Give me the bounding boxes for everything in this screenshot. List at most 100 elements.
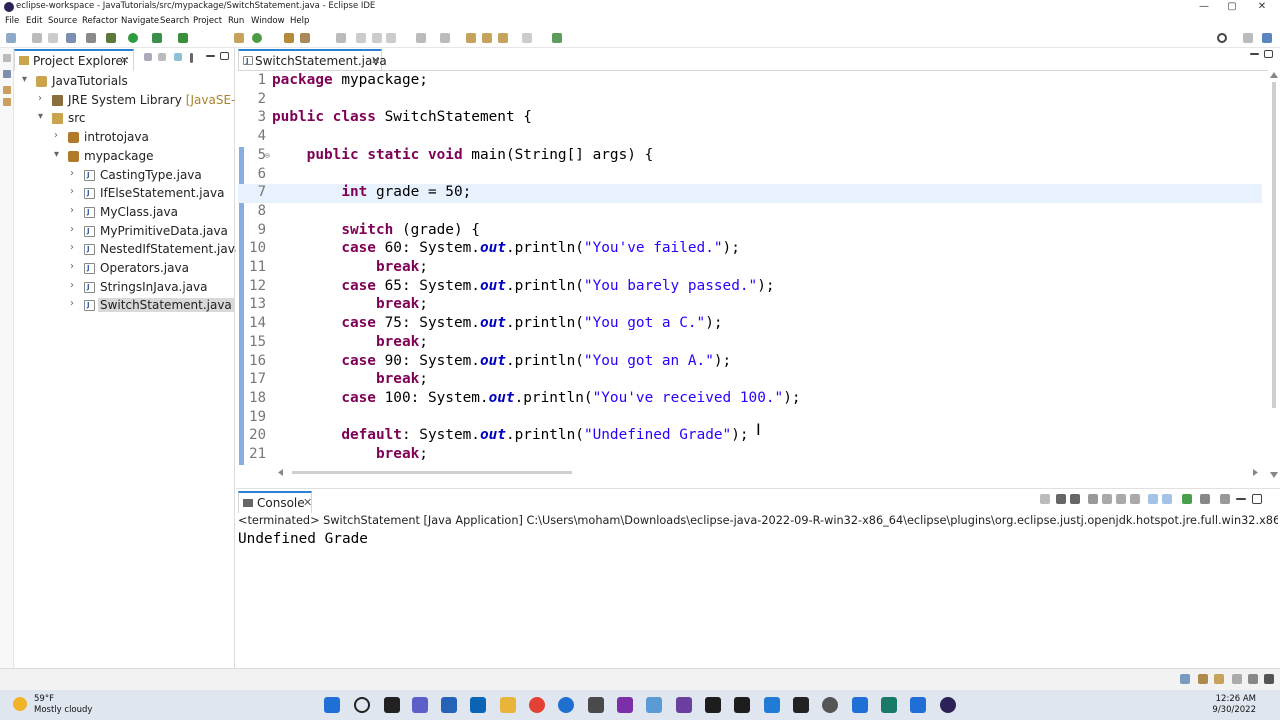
chevron-right-icon[interactable]: › [70, 224, 74, 235]
remove-all-icon[interactable] [1070, 494, 1080, 504]
code-line[interactable]: 11 break; [238, 259, 1262, 278]
skip-breakpoints-icon[interactable] [86, 33, 96, 43]
vscode-icon[interactable] [764, 697, 780, 713]
code-line[interactable]: 16 case 90: System.out.println("You got … [238, 353, 1262, 372]
minimize-console-icon[interactable] [1236, 498, 1246, 500]
close-icon[interactable]: ✕ [303, 496, 312, 509]
menu-project[interactable]: Project [193, 16, 222, 26]
save-all-icon[interactable] [48, 33, 58, 43]
code-line[interactable]: 9 switch (grade) { [238, 222, 1262, 241]
close-window-button[interactable]: ✕ [1246, 0, 1278, 15]
chevron-right-icon[interactable]: › [70, 242, 74, 253]
notifications-icon[interactable] [1198, 674, 1208, 684]
view-menu-icon[interactable] [1220, 494, 1230, 504]
scroll-lock-icon[interactable] [1102, 494, 1112, 504]
mail-icon[interactable] [441, 697, 457, 713]
app-icon-teal[interactable] [881, 697, 897, 713]
vertical-scrollbar[interactable] [1268, 70, 1280, 480]
prev-annotation-icon[interactable] [440, 33, 450, 43]
menu-run[interactable]: Run [228, 16, 244, 26]
chevron-right-icon[interactable]: › [38, 93, 42, 104]
slack-icon[interactable] [588, 697, 604, 713]
clock-date[interactable]: 9/30/2022 [1212, 705, 1256, 715]
code-line[interactable]: 18 case 100: System.out.println("You've … [238, 390, 1262, 409]
eclipse-taskbar-icon[interactable] [940, 697, 956, 713]
menu-search[interactable]: Search [160, 16, 189, 26]
block-select-icon[interactable] [372, 33, 382, 43]
tab-console[interactable]: Console ✕ [238, 491, 312, 513]
new-class-icon[interactable] [252, 33, 262, 43]
display-console-icon[interactable] [1200, 494, 1210, 504]
chevron-right-icon[interactable]: › [70, 298, 74, 309]
menu-navigate[interactable]: Navigate [121, 16, 159, 26]
next-annotation-icon[interactable] [416, 33, 426, 43]
trim-icon-2[interactable] [1264, 674, 1274, 684]
menu-file[interactable]: File [5, 16, 19, 26]
save-icon[interactable] [32, 33, 42, 43]
menu-refactor[interactable]: Refactor [82, 16, 118, 26]
run-icon[interactable] [128, 33, 138, 43]
search-tool-icon[interactable] [300, 33, 310, 43]
progress-icon[interactable] [1180, 674, 1190, 684]
code-line[interactable]: 2 [238, 91, 1262, 110]
chevron-right-icon[interactable]: › [70, 186, 74, 197]
code-line[interactable]: 13 break; [238, 296, 1262, 315]
weather-icon[interactable] [13, 697, 27, 711]
chevron-right-icon[interactable]: › [70, 168, 74, 179]
console-output[interactable]: Undefined Grade [238, 531, 368, 547]
maximize-panel-icon[interactable] [220, 52, 229, 60]
show-stderr-icon[interactable] [1148, 494, 1158, 504]
code-line[interactable]: 19 [238, 409, 1262, 428]
notepad-icon[interactable] [910, 697, 926, 713]
open-type-icon[interactable] [284, 33, 294, 43]
bookmarks-icon[interactable] [1232, 674, 1242, 684]
chevron-down-icon[interactable]: ▾ [22, 74, 27, 85]
terminal-icon[interactable] [66, 33, 76, 43]
code-line[interactable]: 21 break; [238, 446, 1262, 465]
code-line[interactable]: 8 [238, 203, 1262, 222]
forward-history-icon[interactable] [522, 33, 532, 43]
java-perspective-icon[interactable] [1262, 33, 1272, 43]
task-view-icon[interactable] [384, 697, 400, 713]
maximize-editor-icon[interactable] [1264, 50, 1273, 58]
show-stdout-icon[interactable] [1130, 494, 1140, 504]
whitespace-icon[interactable] [386, 33, 396, 43]
pin-editor-icon[interactable] [552, 33, 562, 43]
menu-edit[interactable]: Edit [26, 16, 42, 26]
zoom-icon[interactable] [558, 697, 574, 713]
code-line[interactable]: 3 public class SwitchStatement { [238, 109, 1262, 128]
code-line[interactable]: 4 [238, 128, 1262, 147]
menu-window[interactable]: Window [251, 16, 285, 26]
annotation-icon[interactable] [356, 33, 366, 43]
restore-icon[interactable] [3, 54, 11, 62]
chevron-down-icon[interactable]: ▾ [38, 111, 43, 122]
remove-launch-icon[interactable] [1056, 494, 1066, 504]
teams-chat-icon[interactable] [412, 697, 428, 713]
clock-time[interactable]: 12:26 AM [1216, 694, 1256, 704]
pycharm-icon[interactable] [705, 697, 721, 713]
external-tools-icon[interactable] [178, 33, 188, 43]
tab-project-explorer[interactable]: Project Explorer ✕ [14, 49, 134, 71]
outline-icon[interactable] [3, 70, 11, 78]
chrome-icon[interactable] [529, 697, 545, 713]
windows-start-icon[interactable] [324, 697, 340, 713]
code-line[interactable]: 12 case 65: System.out.println("You bare… [238, 278, 1262, 297]
menu-help[interactable]: Help [290, 16, 309, 26]
search-icon[interactable] [1217, 33, 1227, 43]
horizontal-scrollbar[interactable] [278, 468, 1258, 477]
fold-collapse-icon[interactable]: ⊖ [265, 151, 270, 160]
outlook-icon[interactable] [470, 697, 486, 713]
photos-icon[interactable] [646, 697, 662, 713]
code-line[interactable]: 15 break; [238, 334, 1262, 353]
chevron-right-icon[interactable]: › [54, 130, 58, 141]
problems-icon[interactable] [3, 98, 11, 106]
minimize-editor-icon[interactable] [1250, 53, 1259, 55]
maximize-console-icon[interactable] [1252, 494, 1262, 504]
minimize-panel-icon[interactable] [206, 55, 215, 57]
task-list-icon[interactable] [3, 86, 11, 94]
file-explorer-icon[interactable] [500, 697, 516, 713]
code-line[interactable]: 20 default: System.out.println("Undefine… [238, 427, 1262, 446]
menu-source[interactable]: Source [48, 16, 77, 26]
search-icon[interactable] [354, 697, 370, 713]
teams-icon[interactable] [676, 697, 692, 713]
